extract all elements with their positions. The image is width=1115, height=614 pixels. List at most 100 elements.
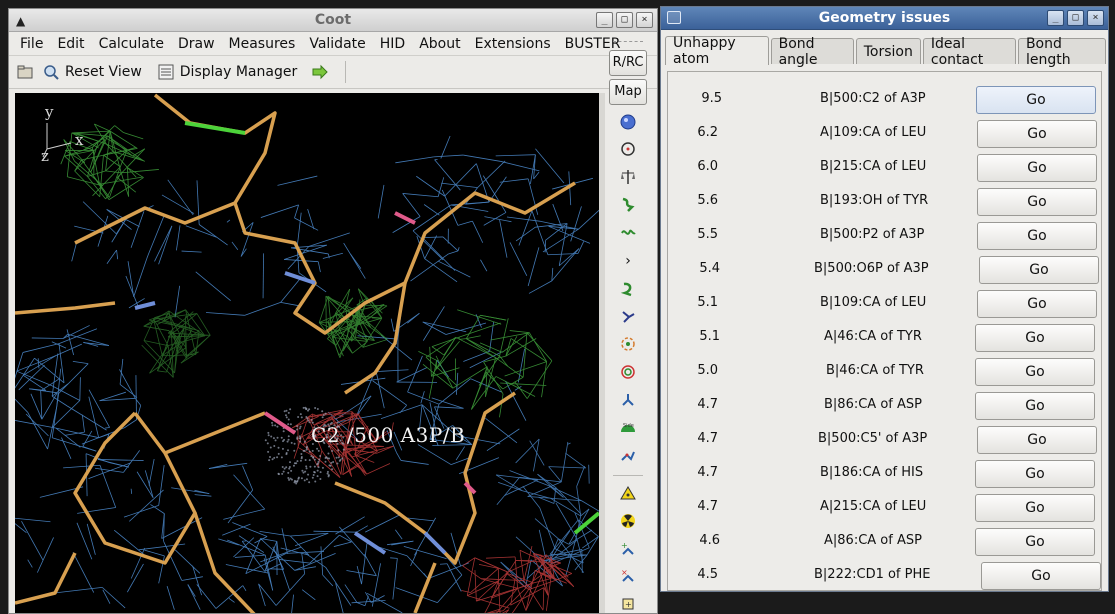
go-button[interactable]: Go (981, 562, 1101, 590)
go-button[interactable]: Go (977, 154, 1097, 182)
menu-hid[interactable]: HID (373, 33, 412, 55)
atom-spec: A|215:CA of LEU (820, 499, 927, 514)
reset-view-button[interactable]: Reset View (37, 59, 148, 85)
badness-score: 4.5 (697, 567, 718, 582)
atom-spec: B|222:CD1 of PHE (814, 567, 931, 582)
go-button[interactable]: Go (975, 358, 1095, 386)
torsion-edit-icon[interactable] (617, 389, 639, 411)
heteroatom-bond (394, 211, 416, 225)
reset-view-label: Reset View (65, 64, 142, 80)
rrc-button[interactable]: R/RC (609, 50, 647, 76)
regularize-zone-icon[interactable] (617, 222, 639, 244)
map-button[interactable]: Map (609, 78, 647, 105)
expand-chevron-icon[interactable]: › (617, 250, 639, 272)
menu-about[interactable]: About (412, 33, 467, 55)
tab-bond-length[interactable]: Bond length (1017, 36, 1106, 68)
add-atom-icon[interactable]: + (617, 538, 639, 560)
hazard-small-icon[interactable] (617, 482, 639, 504)
atom-spec: B|186:CA of HIS (820, 465, 924, 480)
model-tools-toolbar: R/RC Map › Side + × + (605, 41, 651, 613)
model-bond (164, 411, 266, 455)
flip-peptide-icon[interactable] (617, 306, 639, 328)
side-chain-icon[interactable]: Side (617, 417, 639, 439)
axis-z-label: z (41, 147, 49, 165)
badness-score: 5.6 (697, 193, 718, 208)
model-bond (233, 181, 576, 335)
go-button[interactable]: Go (977, 188, 1097, 216)
sphere-refine-icon[interactable] (617, 111, 639, 133)
minimize-icon[interactable]: _ (596, 12, 613, 28)
toolbar-grip[interactable] (613, 41, 643, 42)
tab-bond-angle[interactable]: Bond angle (770, 36, 854, 68)
geometry-tabs: Unhappy atom Bond angle Torsion Ideal co… (665, 35, 1108, 68)
badness-score: 5.5 (697, 227, 718, 242)
density-mesh (71, 175, 366, 318)
open-folder-icon[interactable] (17, 64, 33, 80)
display-manager-button[interactable]: Display Manager (152, 59, 303, 85)
molecular-graphics-viewport[interactable]: y x z C2 /500 A3P/B (15, 93, 599, 613)
heteroatom-bond (184, 121, 246, 135)
table-row: 4.7 B|500:C5' of A3P Go (668, 422, 1101, 456)
atom-spec: B|215:CA of LEU (820, 159, 927, 174)
add-terminal-icon[interactable]: + (617, 593, 639, 613)
badness-score: 5.1 (697, 295, 718, 310)
toolbar-divider (613, 474, 643, 476)
display-manager-icon (158, 64, 174, 80)
model-bond (15, 301, 116, 315)
atom-spec: B|86:CA of ASP (824, 397, 922, 412)
rotamer-search-icon[interactable] (617, 361, 639, 383)
menu-file[interactable]: File (13, 33, 50, 55)
maximize-icon[interactable]: □ (1067, 10, 1084, 26)
real-space-refine-icon[interactable] (617, 166, 639, 188)
add-residue-icon[interactable] (617, 278, 639, 300)
go-button[interactable]: Go (979, 256, 1099, 284)
table-row: 5.1 B|109:CA of LEU Go (668, 286, 1101, 320)
menu-calculate[interactable]: Calculate (92, 33, 171, 55)
go-button[interactable]: Go (975, 528, 1095, 556)
menu-validate[interactable]: Validate (302, 33, 372, 55)
go-button[interactable]: Go (975, 392, 1095, 420)
model-bond (413, 562, 437, 613)
tab-ideal-contact[interactable]: Ideal contact (922, 36, 1016, 68)
menu-draw[interactable]: Draw (171, 33, 222, 55)
table-row: 5.4 B|500:O6P of A3P Go (668, 252, 1101, 286)
go-button[interactable]: Go (975, 460, 1095, 488)
rigid-body-fit-icon[interactable] (617, 194, 639, 216)
go-button[interactable]: Go (975, 494, 1095, 522)
close-icon[interactable]: × (636, 12, 653, 28)
ligand-fit-icon[interactable] (617, 445, 639, 467)
menu-measures[interactable]: Measures (222, 33, 303, 55)
go-arrow-icon[interactable] (311, 64, 328, 80)
menu-edit[interactable]: Edit (50, 33, 91, 55)
maximize-icon[interactable]: □ (616, 12, 633, 28)
geometry-titlebar[interactable]: Geometry issues _ □ × (661, 7, 1108, 30)
radiation-icon[interactable] (617, 510, 639, 532)
go-button[interactable]: Go (976, 86, 1096, 114)
go-button[interactable]: Go (977, 426, 1097, 454)
heteroatom-bond (134, 301, 156, 310)
tab-unhappy-atom[interactable]: Unhappy atom (665, 35, 769, 67)
go-button[interactable]: Go (977, 290, 1097, 318)
atom-spec: A|86:CA of ASP (824, 533, 922, 548)
density-mesh (15, 450, 285, 610)
go-button[interactable]: Go (977, 222, 1097, 250)
coot-titlebar[interactable]: ▲ Coot _ □ × (9, 9, 657, 32)
go-button[interactable]: Go (977, 120, 1097, 148)
close-icon[interactable]: × (1087, 10, 1104, 26)
minimize-icon[interactable]: _ (1047, 10, 1064, 26)
side-chain-rotamer-icon[interactable] (617, 334, 639, 356)
go-button[interactable]: Go (975, 324, 1095, 352)
menu-extensions[interactable]: Extensions (468, 33, 558, 55)
rotate-translate-icon[interactable] (617, 139, 639, 161)
atom-spec: B|193:OH of TYR (820, 193, 929, 208)
badness-score: 6.0 (697, 159, 718, 174)
tab-torsion[interactable]: Torsion (855, 38, 921, 64)
table-row: 4.5 B|222:CD1 of PHE Go (668, 558, 1101, 591)
density-mesh (218, 514, 469, 613)
density-mesh (328, 306, 527, 475)
display-manager-label: Display Manager (179, 64, 298, 80)
atom-spec: A|109:CA of LEU (820, 125, 927, 140)
badness-score: 4.7 (697, 499, 718, 514)
delete-atom-icon[interactable]: × (617, 565, 639, 587)
heteroatom-bond (263, 411, 297, 435)
